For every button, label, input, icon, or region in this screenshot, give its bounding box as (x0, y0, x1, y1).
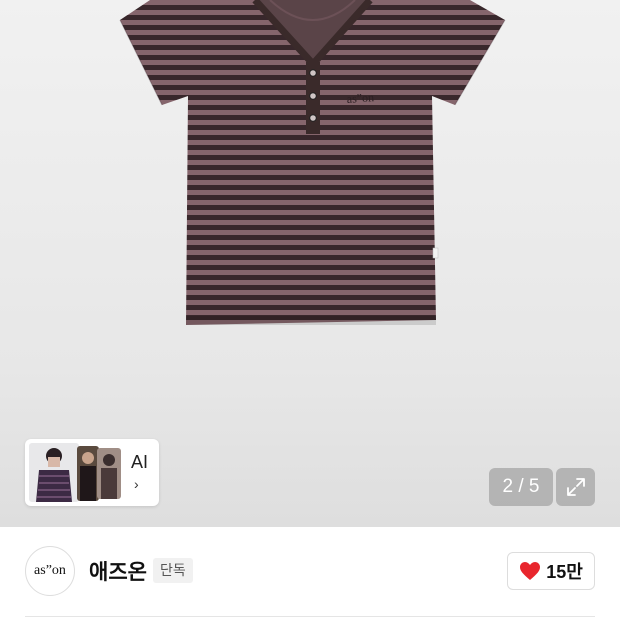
shirt-button-2 (309, 92, 317, 100)
chest-logo: as”on (346, 90, 374, 106)
brand-logo-text: as”on (34, 563, 66, 578)
expand-arrows-icon (566, 478, 585, 496)
heart-icon (520, 562, 541, 580)
divider (25, 616, 595, 617)
chevron-right-icon[interactable]: › (134, 476, 139, 492)
shirt-button-3 (309, 114, 317, 122)
shirt-button-1 (309, 69, 317, 77)
ai-label[interactable]: AI (131, 452, 148, 473)
exclusive-badge: 단독 (153, 558, 193, 583)
like-button[interactable]: 15만 (507, 552, 595, 590)
image-counter: 2 / 5 (489, 468, 553, 506)
expand-icon[interactable] (556, 468, 595, 506)
brand-name[interactable]: 애즈온 (89, 556, 147, 586)
like-count: 15만 (546, 562, 583, 582)
ai-thumbnail-2 (77, 446, 99, 501)
brand-logo[interactable]: as”on (25, 546, 75, 596)
ai-thumbnail-main (29, 443, 79, 502)
ai-thumbnail-3 (97, 448, 121, 499)
product-image-gallery[interactable]: as”on AI › 2 / 5 (0, 0, 620, 527)
